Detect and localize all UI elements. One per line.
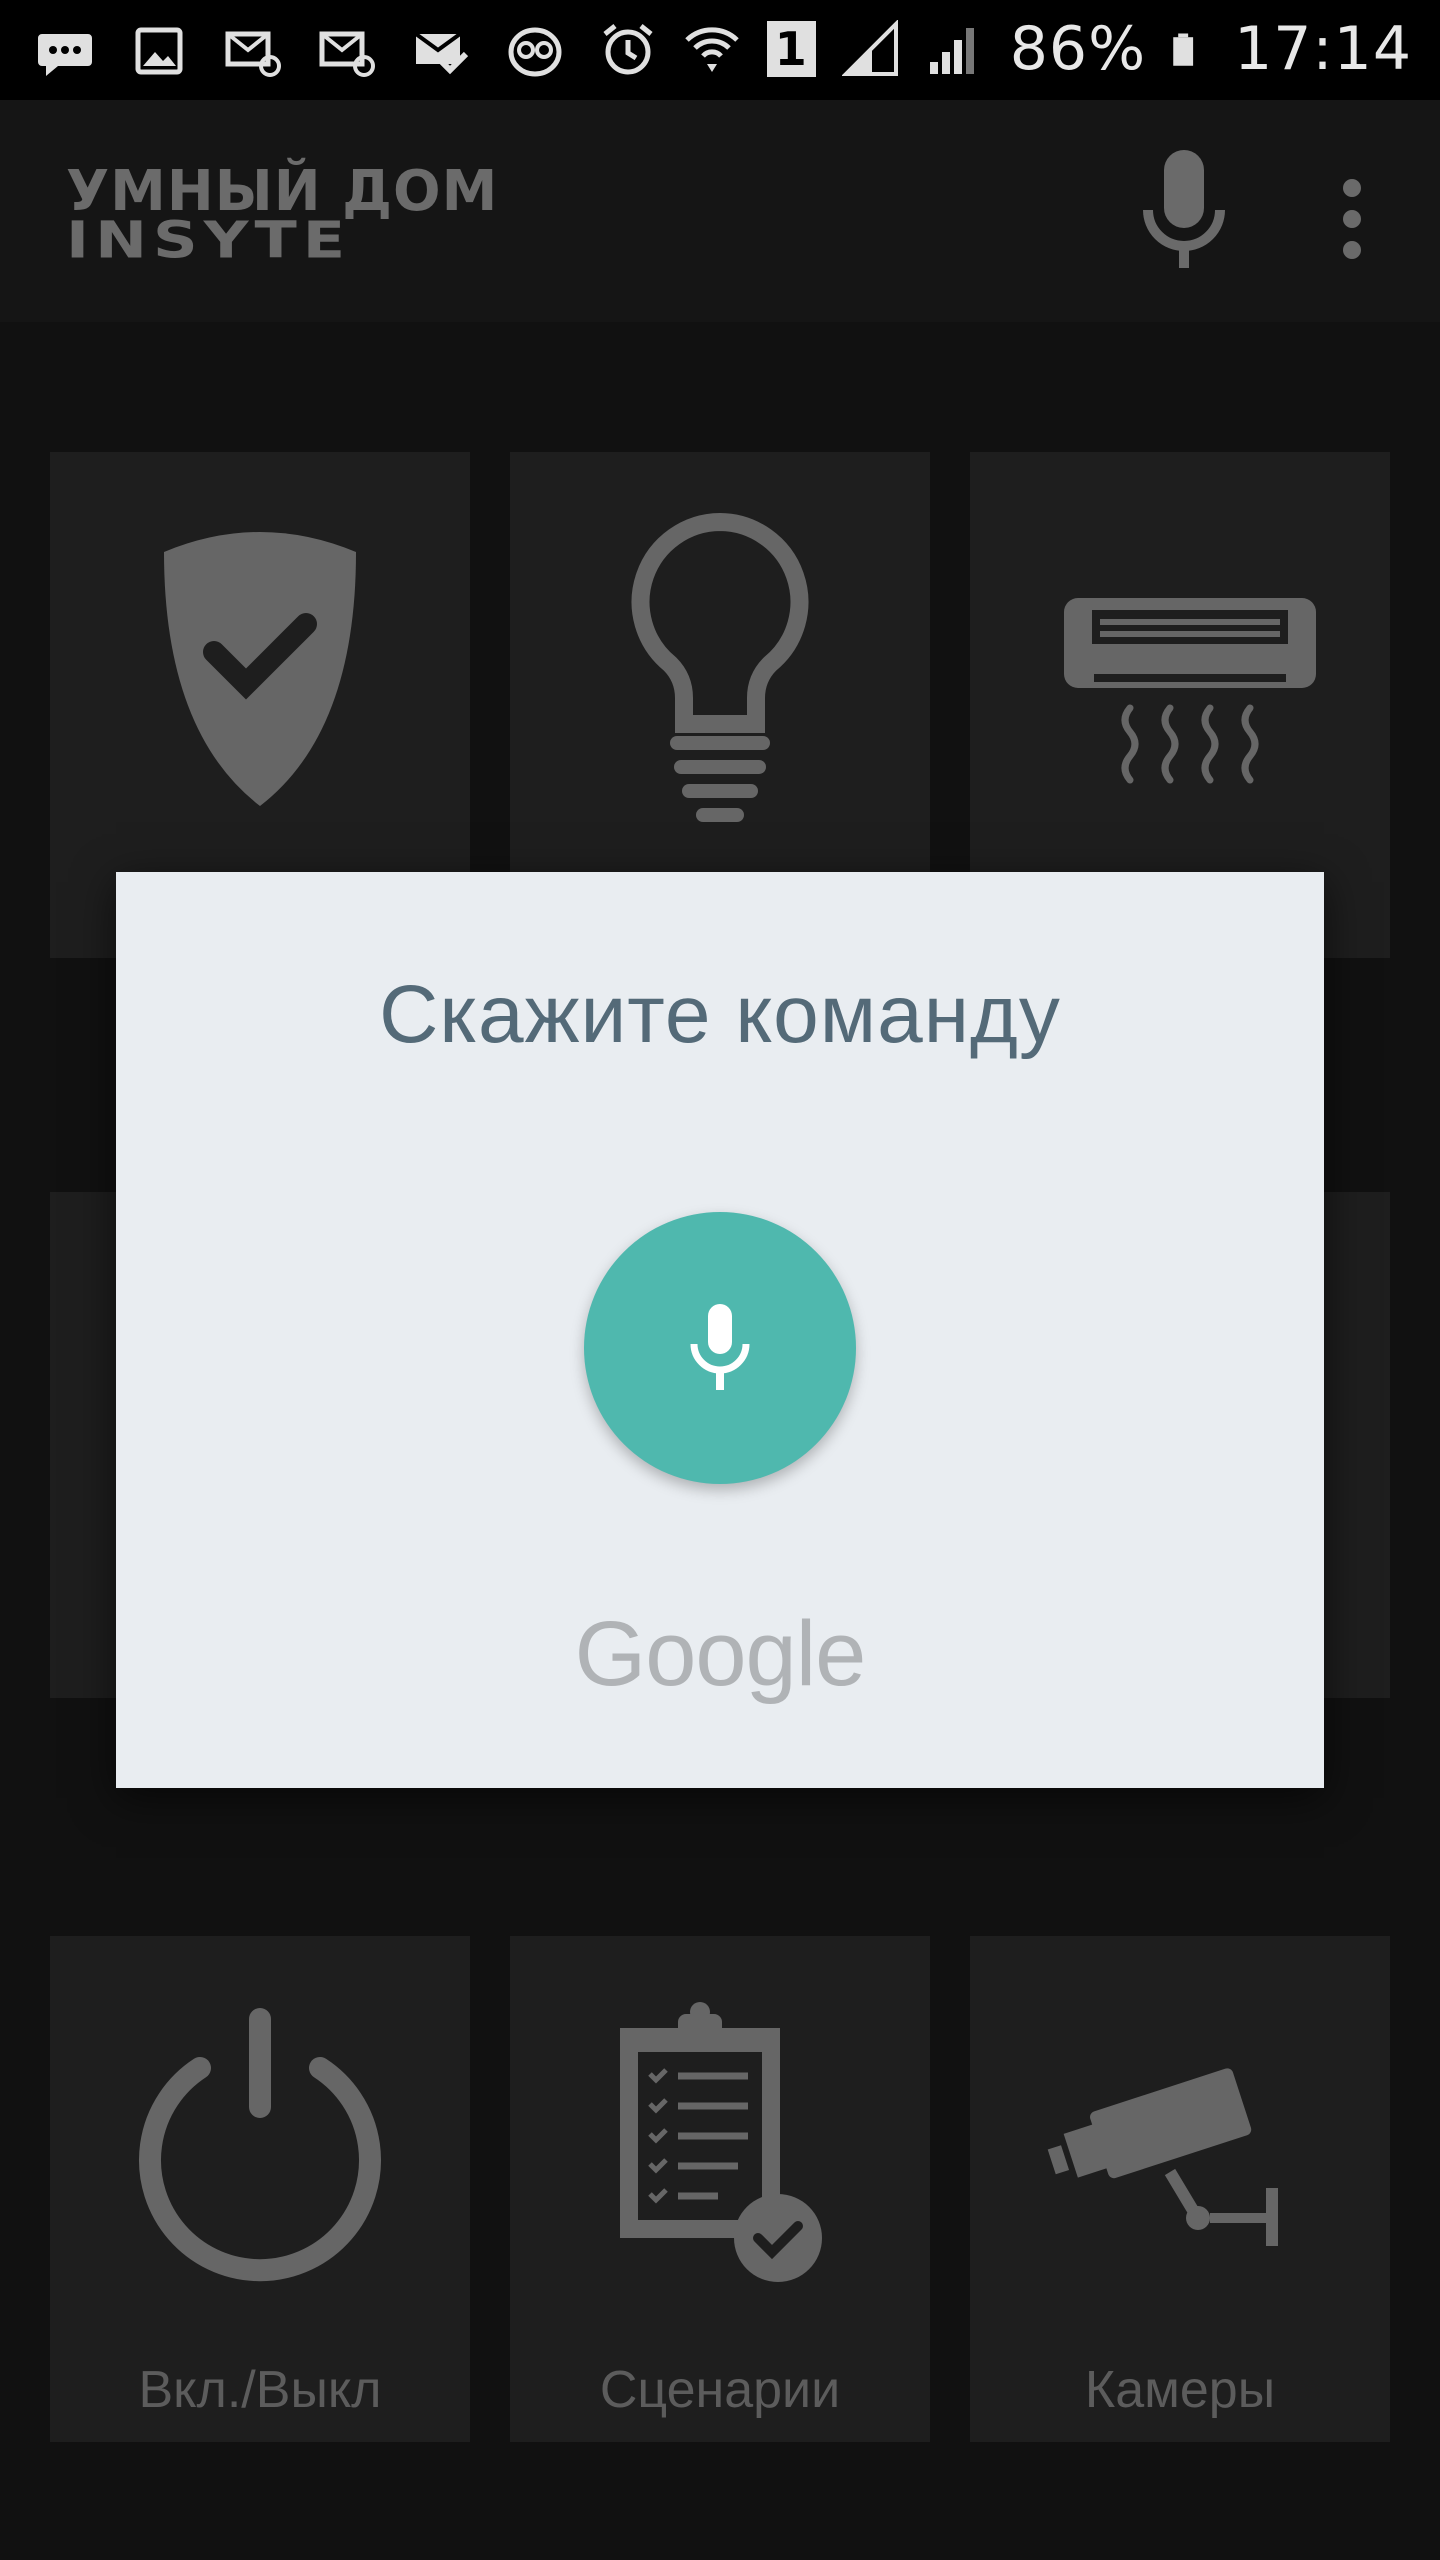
mail-at-icon [319, 31, 375, 77]
alarm-icon [603, 24, 653, 75]
dialog-prompt: Скажите команду [379, 969, 1061, 1060]
tile-label-power: Вкл./Выкл [138, 2361, 382, 2419]
microphone-icon [690, 1304, 750, 1390]
microphone-icon[interactable] [1136, 150, 1232, 280]
notification-icons [36, 22, 564, 80]
signal-icon [929, 28, 974, 74]
air-conditioner-icon [1064, 598, 1316, 784]
sim-slot: 1 [766, 21, 816, 77]
image-icon [135, 27, 183, 75]
google-brand: Google [574, 1603, 867, 1705]
clock: 17:14 [1234, 14, 1412, 84]
battery-percent: 86% [1009, 14, 1147, 84]
app-logo: УМНЫЙ ДОМ INSYTE [66, 164, 498, 270]
security-camera-icon [1047, 2068, 1278, 2246]
clipboard-check-icon [620, 2002, 822, 2282]
mail-check-icon [414, 32, 469, 75]
power-icon [139, 2008, 381, 2282]
battery-icon [1173, 33, 1194, 66]
tile-cameras[interactable]: Камеры [970, 1936, 1390, 2442]
mail-at-icon [225, 31, 281, 77]
system-status: 1 86% 17:14 [599, 14, 1412, 84]
lightbulb-icon [631, 512, 809, 822]
owl-icon [508, 27, 562, 77]
wifi-icon [684, 27, 739, 72]
chat-icon [38, 34, 92, 76]
voice-input-dialog: Скажите команду Google [116, 872, 1324, 1788]
status-bar: 1 86% 17:14 [0, 0, 1440, 100]
logo-line-2: INSYTE [66, 210, 352, 271]
tile-power[interactable]: Вкл./Выкл [50, 1936, 470, 2442]
tile-label-scenarios: Сценарии [599, 2361, 841, 2419]
more-vert-icon[interactable] [1326, 174, 1378, 264]
tile-scenarios[interactable]: Сценарии [510, 1936, 930, 2442]
shield-check-icon [164, 532, 356, 806]
voice-mic-button[interactable] [584, 1212, 856, 1484]
tile-label-cameras: Камеры [1084, 2361, 1276, 2419]
signal-icon [841, 20, 898, 76]
app-bar: УМНЫЙ ДОМ INSYTE [0, 100, 1440, 322]
